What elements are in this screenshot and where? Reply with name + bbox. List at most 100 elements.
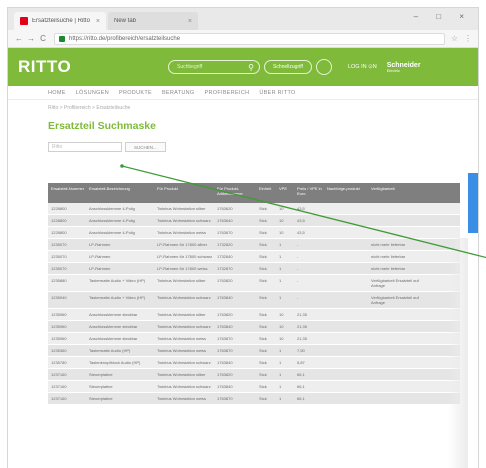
table-header: Ersatzteil-Nummer Ersatzteil-Bezeichnung F… (48, 183, 460, 203)
table-cell: Anschlussklemme steckbar (89, 336, 138, 341)
table-cell: 10 (279, 218, 284, 223)
nav-loesungen[interactable]: LÖSUNGEN (76, 90, 109, 96)
table-cell: 10 (279, 324, 284, 329)
table-cell: 43,5 (297, 206, 305, 211)
breadcrumb[interactable]: Ritto > Profibereich > Ersatzteilsuche (8, 100, 478, 111)
table-cell: 1763870 (217, 348, 233, 353)
back-icon[interactable]: ← (14, 34, 24, 43)
close-icon[interactable]: × (96, 18, 100, 25)
nav-produkte[interactable]: PRODUKTE (119, 90, 152, 96)
table-cell: Stck (259, 360, 267, 365)
bookmark-star-icon[interactable]: ☆ (451, 34, 458, 43)
table-row[interactable]: 1235880 Tastermatte Audio + Video (HP) Twi… (48, 275, 460, 292)
table-row[interactable]: 1237160 Steuerplatine Twinbus Wohnstation … (48, 381, 460, 393)
table-row[interactable]: 1237160 Steuerplatine Twinbus Wohnstation … (48, 393, 460, 405)
table-cell: 1235070 (51, 254, 67, 259)
table-cell: Twinbus Wohnstation weiss (157, 230, 207, 235)
nav-home[interactable]: HOME (48, 90, 66, 96)
table-cell: 1235780 (51, 360, 67, 365)
table-cell: 66,1 (297, 372, 305, 377)
table-row[interactable]: 1235960 Anschlussklemme steckbar Twinbus W… (48, 309, 460, 321)
table-cell: 1763670 (217, 230, 233, 235)
address-bar: ← → C https://ritto.de/profibereich/ersa… (8, 30, 478, 48)
table-cell: Stck (259, 336, 267, 341)
table-cell: Stck (259, 254, 267, 259)
table-row[interactable]: 1235960 Anschlussklemme steckbar Twinbus W… (48, 321, 460, 333)
login-link[interactable]: LOG IN ⊙N (348, 64, 377, 70)
table-cell: nicht mehr lieferbar (371, 254, 406, 259)
search-icon[interactable]: ⚲ (248, 63, 254, 72)
table-row[interactable]: 1235070 LP-Rahmen LP-Rahmen für 17800 weis… (48, 263, 460, 275)
table-cell: 1732870 (217, 266, 233, 271)
nav-ueber-ritto[interactable]: ÜBER RITTO (259, 90, 295, 96)
table-cell: 1235960 (51, 324, 67, 329)
table-cell: LP-Rahmen für 17800 silber (157, 242, 208, 247)
user-icon[interactable] (315, 59, 332, 75)
table-cell: Twinbus Wohnstation silber (157, 372, 206, 377)
part-search-input[interactable]: Ritto (48, 142, 122, 152)
table-row[interactable]: 1237160 Steuerplatine Twinbus Wohnstation … (48, 369, 460, 381)
column-header: Verfügbarkeit (371, 186, 395, 191)
table-cell: 7,50 (297, 348, 305, 353)
table-cell: 1228800 (51, 230, 67, 235)
table-cell: Twinbus Wohnstation weiss (157, 396, 207, 401)
nav-beratung[interactable]: BERATUNG (162, 90, 195, 96)
ritto-logo[interactable]: RITTO (18, 57, 168, 77)
table-cell: Anschlussklemme steckbar (89, 324, 138, 329)
table-cell: 10 (279, 206, 284, 211)
table-cell: 1235070 (51, 266, 67, 271)
table-row[interactable]: 1235360 Tastermatte Audio (HP) Twinbus Woh… (48, 345, 460, 357)
tab-ersatzteilsuche[interactable]: Ersatzteilsuche | Ritto × (14, 12, 106, 30)
search-button[interactable]: SUCHEN... (125, 142, 166, 152)
table-cell: Stck (259, 295, 267, 300)
table-cell: 1732820 (217, 242, 233, 247)
table-cell: 1763870 (217, 336, 233, 341)
table-row[interactable]: 1235940 Tastermatte Audio + Video (HP) Twi… (48, 292, 460, 309)
table-cell: Tastermatte Audio + Video (HP) (89, 278, 146, 283)
site-search-input[interactable]: Suchbegriff ⚲ (168, 60, 260, 74)
table-cell: 21,35 (297, 324, 308, 329)
table-cell: Twinbus Wohnstation schwarz (157, 324, 211, 329)
table-row[interactable]: 1235780 Tastenknopfblock Audio (HP) Twinbu… (48, 357, 460, 369)
url-field[interactable]: https://ritto.de/profibereich/ersatzteil… (54, 32, 445, 45)
table-cell: Stck (259, 218, 267, 223)
table-cell: Stck (259, 312, 267, 317)
table-row[interactable]: 1228800 Anschlussklemme 4-Polig Twinbus Wo… (48, 203, 460, 215)
table-row[interactable]: 1235070 LP-Rahmen LP-Rahmen für 17800 silb… (48, 239, 460, 251)
table-cell: 21,35 (297, 336, 308, 341)
table-cell: Twinbus Wohnstation silber (157, 312, 206, 317)
close-icon[interactable]: × (188, 18, 192, 25)
table-row[interactable]: 1235960 Anschlussklemme steckbar Twinbus W… (48, 333, 460, 345)
table-cell: Verfügbarkeit Ersatzteil auf Anfrage (371, 295, 419, 305)
browser-window: Ersatzteilsuche | Ritto × New tab × – □ … (8, 8, 478, 468)
secure-lock-icon (59, 35, 65, 42)
brand-sub: Electric (386, 67, 400, 73)
forward-icon[interactable]: → (26, 34, 36, 43)
table-cell: Anschlussklemme 4-Polig (89, 218, 135, 223)
tab-new[interactable]: New tab × (108, 12, 198, 30)
table-cell: 1235880 (51, 278, 67, 283)
table-cell: Stck (259, 372, 267, 377)
nav-profibereich[interactable]: PROFIBEREICH (205, 90, 250, 96)
table-cell: 1763840 (217, 360, 233, 365)
table-cell: 1763870 (217, 396, 233, 401)
column-header: Für Produkt-Artikelnummer (217, 186, 243, 196)
table-cell: Tastenknopfblock Audio (HP) (89, 360, 141, 365)
table-cell: 10 (279, 230, 284, 235)
table-cell: Steuerplatine (89, 384, 113, 389)
table-cell: Steuerplatine (89, 396, 113, 401)
feedback-side-tab[interactable] (468, 173, 478, 233)
window-controls[interactable]: – □ × (414, 12, 472, 21)
reload-icon[interactable]: C (38, 34, 48, 43)
quick-access-button[interactable]: Schnellzugriff (264, 60, 312, 74)
ritto-favicon-icon (20, 17, 28, 25)
column-header: Nachfolge-produkt (327, 186, 360, 191)
table-cell: LP-Rahmen für 17800 schwarz (157, 254, 213, 259)
menu-icon[interactable]: ⋮ (464, 34, 472, 43)
table-cell: 1 (279, 396, 282, 401)
table-row[interactable]: 1228800 Anschlussklemme 4-Polig Twinbus Wo… (48, 227, 460, 239)
table-row[interactable]: 1228800 Anschlussklemme 4-Polig Twinbus Wo… (48, 215, 460, 227)
table-row[interactable]: 1235070 LP-Rahmen LP-Rahmen für 17800 schw… (48, 251, 460, 263)
table-cell: 5,87 (297, 360, 305, 365)
table-cell: Stck (259, 242, 267, 247)
